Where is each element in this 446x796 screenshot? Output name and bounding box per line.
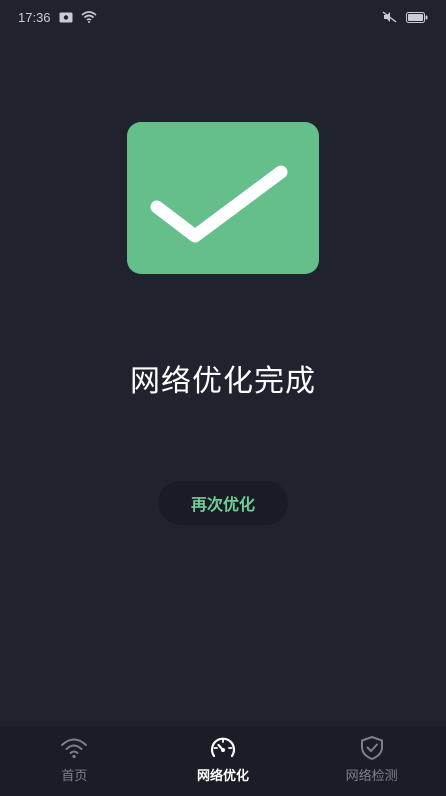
status-left: 17:36	[18, 10, 97, 25]
wifi-icon	[60, 735, 88, 761]
nav-item-optimize[interactable]: 网络优化	[163, 735, 283, 784]
wifi-icon	[81, 11, 97, 23]
nav-item-home[interactable]: 首页	[14, 735, 134, 784]
nav-item-detect[interactable]: 网络检测	[312, 735, 432, 784]
status-bar: 17:36	[0, 0, 446, 34]
bottom-nav: 首页 网络优化 网络检测	[0, 726, 446, 796]
nav-label-optimize: 网络优化	[196, 769, 249, 784]
nav-label-home: 首页	[61, 769, 88, 784]
status-right	[382, 11, 428, 23]
status-time: 17:36	[18, 9, 51, 25]
speedometer-icon	[209, 735, 237, 761]
battery-icon	[406, 11, 428, 23]
nav-label-detect: 网络检测	[345, 769, 398, 784]
check-icon	[150, 165, 288, 243]
app-screen: 17:36 网络优化完成 再次优化 首页 网络优化 网络检测	[0, 0, 446, 796]
result-title: 网络优化完成	[130, 364, 316, 399]
shield-check-icon	[358, 735, 386, 761]
success-card	[127, 122, 319, 274]
retry-optimize-button[interactable]: 再次优化	[158, 481, 288, 525]
mute-icon	[382, 11, 398, 23]
notification-icon	[59, 12, 73, 23]
